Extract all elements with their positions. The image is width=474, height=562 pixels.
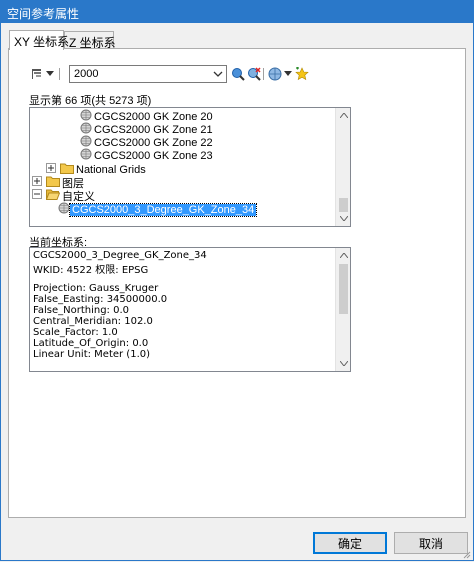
title-bar[interactable]: 空间参考属性: [1, 1, 473, 23]
window-title: 空间参考属性: [7, 7, 80, 21]
tree-item-label: CGCS2000 GK Zone 20: [94, 110, 213, 123]
scroll-down-icon[interactable]: [336, 211, 350, 226]
detail-line: Linear Unit: Meter (1.0): [33, 349, 151, 360]
globe-icon: [58, 202, 70, 217]
globe-icon: [80, 148, 92, 163]
tree-item-label: CGCS2000 GK Zone 23: [94, 149, 213, 162]
filter-icon[interactable]: [30, 66, 46, 82]
expand-plus-icon[interactable]: [32, 176, 42, 189]
scrollbar-thumb[interactable]: [339, 198, 348, 212]
scroll-up-icon[interactable]: [336, 108, 350, 123]
cancel-button-label: 取消: [418, 536, 443, 551]
clear-search-icon[interactable]: [246, 66, 262, 82]
collapse-minus-icon[interactable]: [32, 189, 42, 202]
search-value[interactable]: 2000: [74, 68, 98, 80]
cancel-button[interactable]: 取消: [394, 532, 468, 554]
tree-item[interactable]: CGCS2000 GK Zone 22: [80, 135, 215, 149]
star-icon[interactable]: [294, 66, 310, 82]
spatial-reference-dialog: 空间参考属性 XY 坐标系 Z 坐标系 2000 显示第 66 项(共 5273…: [0, 0, 474, 561]
detail-line: Latitude_Of_Origin: 0.0: [33, 338, 149, 349]
coordinate-system-tree[interactable]: CGCS2000 GK Zone 20 CGCS2000 GK Zone 21 …: [29, 107, 351, 227]
search-globe-icon[interactable]: [230, 66, 246, 82]
filter-dropdown-arrow-icon[interactable]: [45, 66, 55, 82]
detail-line: WKID: 4522 权限: EPSG: [33, 265, 149, 276]
detail-line: CGCS2000_3_Degree_GK_Zone_34: [33, 250, 207, 261]
chevron-down-icon[interactable]: [212, 68, 224, 80]
tab-label: XY 坐标系: [14, 35, 70, 49]
scroll-up-icon[interactable]: [336, 248, 350, 263]
open-folder-icon: [45, 188, 61, 203]
scroll-down-icon[interactable]: [336, 356, 350, 371]
detail-line: False_Northing: 0.0: [33, 305, 129, 316]
globe-add-icon[interactable]: [267, 66, 283, 82]
detail-line: Central_Meridian: 102.0: [33, 316, 153, 327]
tree-item[interactable]: 自定义: [32, 188, 97, 203]
tree-item-selected[interactable]: CGCS2000_3_Degree_GK_Zone_34: [58, 202, 258, 217]
add-dropdown-arrow-icon[interactable]: [283, 66, 293, 82]
current-crs-details[interactable]: CGCS2000_3_Degree_GK_Zone_34 WKID: 4522 …: [29, 247, 351, 372]
details-scrollbar[interactable]: [335, 248, 350, 371]
tree-item-label: CGCS2000 GK Zone 22: [94, 136, 213, 149]
result-count-label: 显示第 66 项(共 5273 项): [29, 95, 152, 107]
tree-item[interactable]: CGCS2000 GK Zone 20: [80, 109, 215, 123]
tree-item-label: CGCS2000 GK Zone 21: [94, 123, 213, 136]
scrollbar-thumb[interactable]: [339, 264, 348, 314]
ok-button-label: 确定: [337, 536, 362, 551]
tree-item-label: CGCS2000_3_Degree_GK_Zone_34: [68, 202, 258, 217]
tree-item[interactable]: CGCS2000 GK Zone 23: [80, 148, 215, 163]
detail-line: Scale_Factor: 1.0: [33, 327, 118, 338]
tab-xy-coordinate-system[interactable]: XY 坐标系: [9, 30, 69, 50]
ok-button[interactable]: 确定: [313, 532, 387, 554]
detail-line: False_Easting: 34500000.0: [33, 294, 168, 305]
toolbar-separator: [263, 68, 264, 80]
tab-z-coordinate-system[interactable]: Z 坐标系: [64, 31, 116, 50]
resize-grip-icon[interactable]: [461, 548, 471, 559]
tree-scrollbar[interactable]: [335, 108, 350, 226]
toolbar-separator: [59, 68, 60, 80]
tree-item[interactable]: CGCS2000 GK Zone 21: [80, 122, 215, 136]
search-combobox[interactable]: 2000: [69, 65, 227, 83]
detail-line: Projection: Gauss_Kruger: [33, 283, 159, 294]
